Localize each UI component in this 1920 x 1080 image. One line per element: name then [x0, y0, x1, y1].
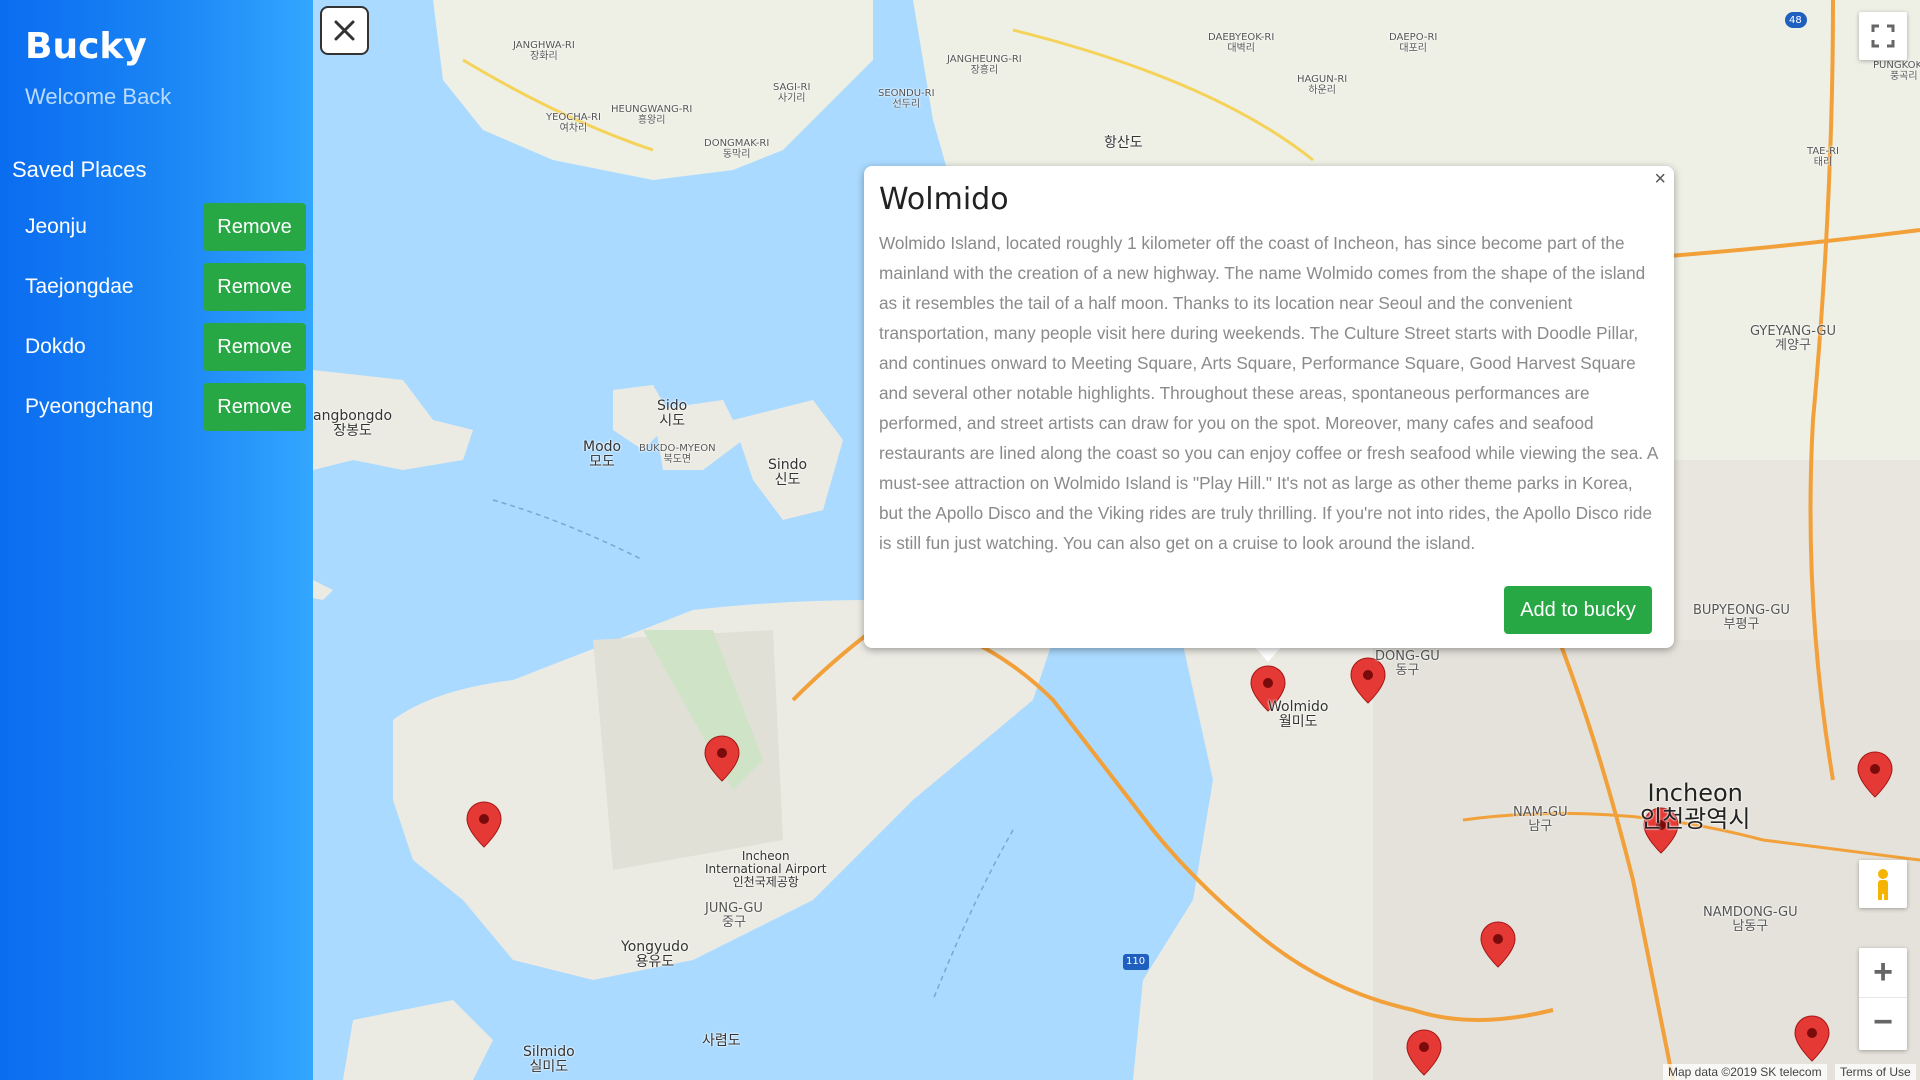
info-window-description: Wolmido Island, located roughly 1 kilome… — [879, 233, 1658, 553]
map-label-incheon: Incheon 인천광역시 — [1640, 779, 1751, 833]
map-label-daepo: DAEPO-RI 대포리 — [1389, 32, 1438, 54]
remove-place-button[interactable]: Remove — [203, 323, 306, 371]
add-to-bucky-button[interactable]: Add to bucky — [1504, 586, 1652, 634]
info-window-title: Wolmido — [879, 182, 1009, 217]
welcome-message: Welcome Back — [25, 84, 172, 109]
saved-place-row: Pyeongchang Remove — [0, 383, 313, 431]
map-label-modo: Modo 모도 — [583, 439, 622, 470]
saved-places-heading: Saved Places — [12, 157, 147, 182]
remove-place-button[interactable]: Remove — [203, 383, 306, 431]
map-label-junggu: JUNG-GU 중구 — [705, 901, 763, 930]
fullscreen-icon — [1871, 24, 1895, 48]
map-label-janghwa: JANGHWA-RI 장화리 — [513, 40, 575, 62]
map-label-heungwang: HEUNGWANG-RI 흥왕리 — [611, 104, 693, 126]
map-label-daebyeok: DAEBYEOK-RI 대벽리 — [1208, 32, 1275, 54]
app-title: Bucky — [25, 26, 147, 67]
info-window: × Wolmido Wolmido Island, located roughl… — [864, 166, 1674, 648]
map-label-donggu: DONG-GU 동구 — [1375, 649, 1440, 678]
map-label-gyeyang: GYEYANG-GU 계양구 — [1750, 324, 1836, 353]
map-label-sido: Sido 시도 — [657, 398, 688, 429]
map-attribution: Map data ©2019 SK telecom — [1663, 1064, 1827, 1080]
map-label-yongyudo: Yongyudo 용유도 — [621, 939, 689, 970]
close-icon — [334, 20, 355, 41]
zoom-in-button[interactable]: + — [1859, 948, 1907, 998]
highway-110-label: 110 — [1126, 956, 1146, 967]
saved-place-name[interactable]: Pyeongchang — [25, 395, 153, 419]
close-sidebar-button[interactable] — [320, 6, 369, 55]
map-label-sindo: Sindo 신도 — [768, 457, 808, 488]
remove-place-button[interactable]: Remove — [203, 203, 306, 251]
map-label-dongmak: DONGMAK-RI 동막리 — [704, 138, 770, 160]
map-label-bupyeong: BUPYEONG-GU 부평구 — [1693, 603, 1790, 632]
map-label-airport: Incheon International Airport 인천국제공항 — [705, 849, 827, 889]
map-label-silmido: Silmido 실미도 — [523, 1044, 575, 1075]
info-window-close-button[interactable]: × — [1654, 168, 1666, 191]
map-label-jangbongdo: angbongdo 장봉도 — [313, 408, 393, 439]
map-label-bukdo: BUKDO-MYEON 북도면 — [639, 443, 716, 465]
map-label-seondu: SEONDU-RI 선두리 — [878, 88, 935, 110]
pegman-icon — [1878, 869, 1888, 900]
map-label-sagi: SAGI-RI 사기리 — [773, 82, 811, 104]
map-label-namgu: NAM-GU 남구 — [1513, 805, 1568, 834]
map-label-saryeongdo: 사렴도 — [702, 1033, 741, 1049]
street-view-pegman[interactable] — [1859, 860, 1907, 908]
info-window-tail — [1254, 646, 1282, 662]
saved-place-name[interactable]: Taejongdae — [25, 275, 134, 299]
saved-place-name[interactable]: Jeonju — [25, 215, 87, 239]
highway-48-label: 48 — [1789, 15, 1802, 26]
map-label-pungkok: PUNGKOK-RI 풍곡리 — [1873, 60, 1920, 82]
saved-place-row: Taejongdae Remove — [0, 263, 313, 311]
saved-place-row: Dokdo Remove — [0, 323, 313, 371]
sidebar: Bucky Welcome Back Saved Places Jeonju R… — [0, 0, 313, 1080]
map-label-jangheung: JANGHEUNG-RI 장흥리 — [947, 54, 1022, 76]
saved-place-name[interactable]: Dokdo — [25, 335, 86, 359]
map-label-namdong: NAMDONG-GU 남동구 — [1703, 905, 1798, 934]
terms-of-use-link[interactable]: Terms of Use — [1835, 1064, 1916, 1080]
zoom-out-button[interactable]: − — [1859, 998, 1907, 1048]
fullscreen-button[interactable] — [1859, 12, 1907, 60]
map-label-taeri: TAE-RI 태리 — [1807, 146, 1839, 168]
map-label-wolmido: Wolmido 월미도 — [1268, 699, 1329, 730]
map-label-hagun: HAGUN-RI 하운리 — [1297, 74, 1348, 96]
zoom-controls: + − — [1859, 948, 1907, 1050]
map-label-hangsando: 항산도 — [1104, 135, 1143, 151]
remove-place-button[interactable]: Remove — [203, 263, 306, 311]
saved-place-row: Jeonju Remove — [0, 203, 313, 251]
map-label-yeocha: YEOCHA-RI 여차리 — [546, 112, 601, 134]
